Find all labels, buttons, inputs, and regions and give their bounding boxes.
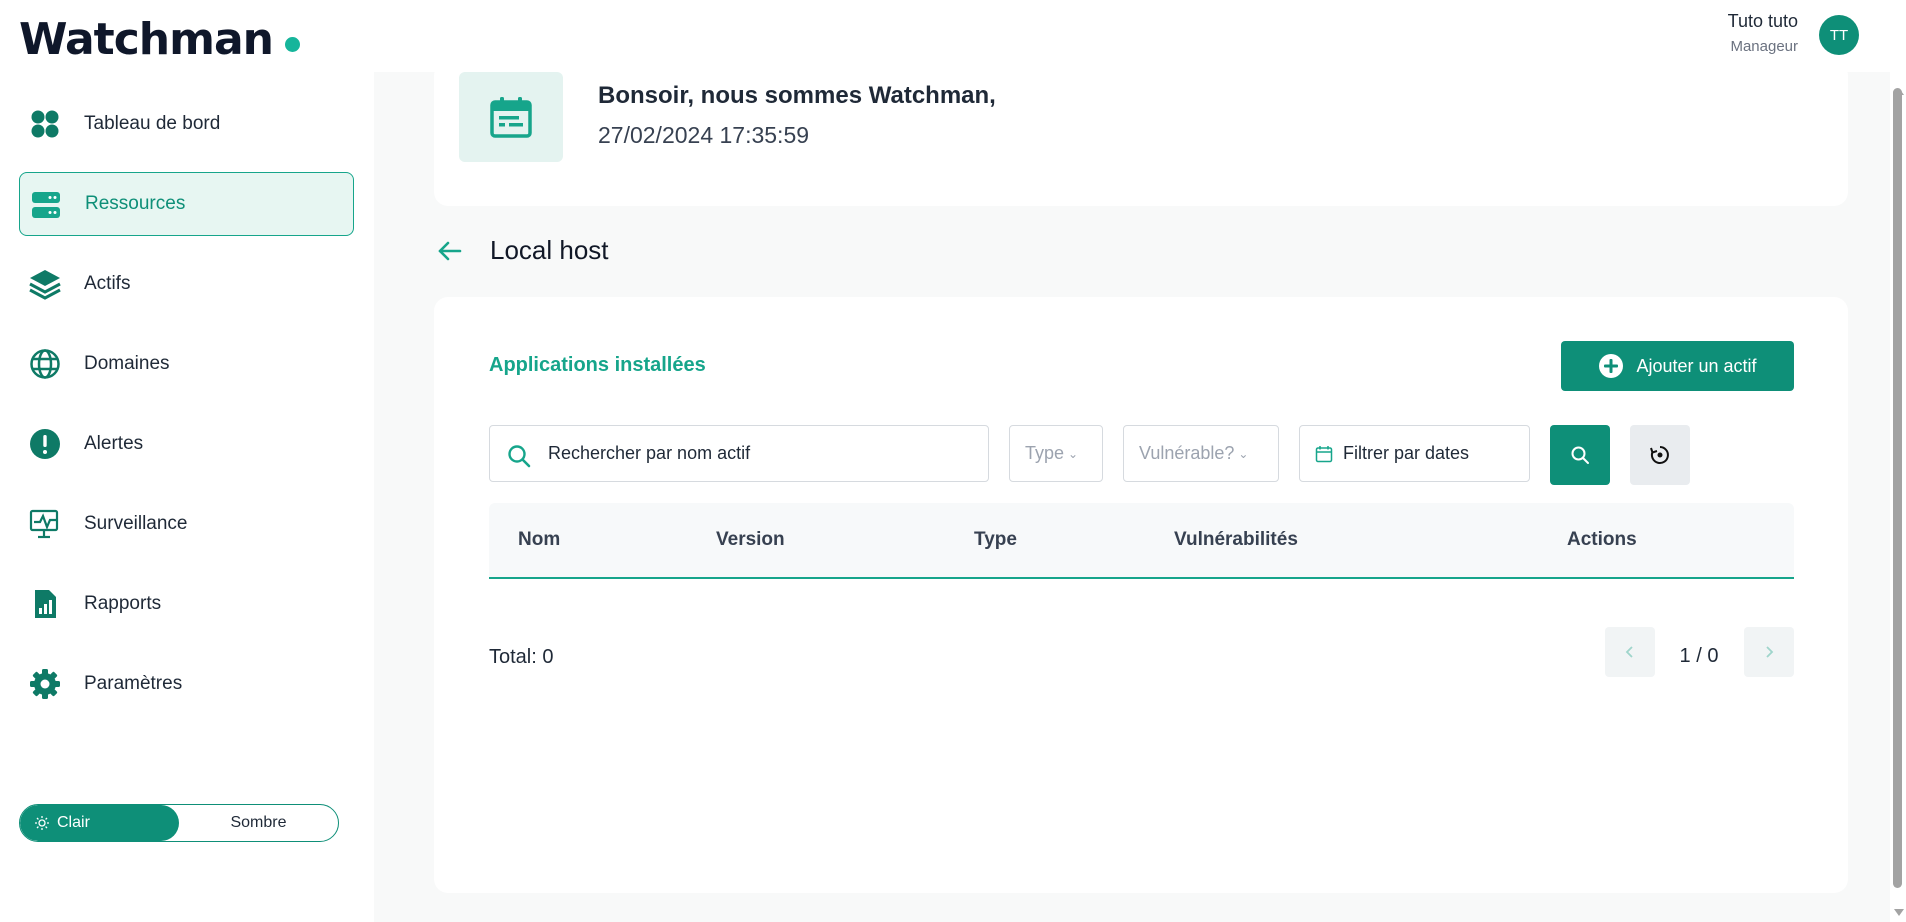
sidebar-item-label: Paramètres <box>84 673 183 694</box>
vulnerable-filter-select[interactable]: Vulnérable? ⌄ <box>1123 425 1279 482</box>
sidebar-item-label: Actifs <box>84 273 131 294</box>
calendar-small-icon <box>1315 445 1333 462</box>
vulnerable-filter-label: Vulnérable? <box>1139 443 1235 463</box>
add-asset-button[interactable]: Ajouter un actif <box>1561 341 1794 391</box>
sidebar-item-surveillance[interactable]: Surveillance <box>19 492 354 556</box>
vertical-scrollbar[interactable] <box>1890 72 1906 922</box>
calendar-icon <box>490 97 532 138</box>
sidebar-item-label: Ressources <box>85 193 186 214</box>
page-indicator: 1 / 0 <box>1679 645 1719 667</box>
date-filter-label: Filtrer par dates <box>1343 443 1470 463</box>
chevron-right-icon <box>1766 646 1774 658</box>
sidebar-item-domaines[interactable]: Domaines <box>19 332 354 396</box>
logo-text: Watchman <box>19 14 274 65</box>
main-content: Bonsoir, nous sommes Watchman, 27/02/202… <box>374 62 1890 922</box>
column-header-version[interactable]: Version <box>716 529 785 551</box>
search-input[interactable] <box>548 426 968 481</box>
welcome-card: Bonsoir, nous sommes Watchman, 27/02/202… <box>434 62 1848 206</box>
sun-icon <box>35 816 49 830</box>
logo-dot <box>284 37 300 52</box>
reset-filters-button[interactable] <box>1630 425 1690 485</box>
column-header-nom[interactable]: Nom <box>518 529 560 551</box>
column-header-actions: Actions <box>1567 529 1637 550</box>
next-page-button[interactable] <box>1744 627 1794 677</box>
page-title: Local host <box>490 235 609 265</box>
column-header-vulnerabilites[interactable]: Vulnérabilités <box>1174 529 1298 551</box>
app-logo[interactable]: Watchman <box>19 14 300 65</box>
server-icon <box>32 192 60 218</box>
sidebar-item-label: Rapports <box>84 593 162 614</box>
sidebar-item-dashboard[interactable]: Tableau de bord <box>19 92 354 156</box>
table-header: Nom Version Type Vulnérabilités Actions <box>489 503 1794 579</box>
gear-icon <box>30 669 60 699</box>
back-arrow-icon[interactable] <box>436 237 464 265</box>
scroll-down-arrow[interactable] <box>1894 909 1904 916</box>
chevron-down-icon: ⌄ <box>1238 446 1249 461</box>
layers-icon <box>29 270 61 300</box>
search-field <box>489 425 989 482</box>
sidebar-item-label: Surveillance <box>84 513 188 534</box>
chevron-down-icon: ⌄ <box>1068 446 1079 461</box>
globe-icon <box>30 349 60 379</box>
sidebar-item-ressources[interactable]: Ressources <box>19 172 354 236</box>
avatar[interactable]: TT <box>1819 15 1859 55</box>
search-button[interactable] <box>1550 425 1610 485</box>
add-asset-label: Ajouter un actif <box>1636 355 1757 376</box>
user-name: Tuto tuto <box>1727 11 1798 31</box>
plus-circle-icon <box>1599 354 1624 378</box>
sidebar-item-parametres[interactable]: Paramètres <box>19 652 354 716</box>
search-icon <box>508 445 531 468</box>
scroll-thumb[interactable] <box>1893 88 1902 888</box>
chevron-left-icon <box>1625 646 1633 658</box>
monitor-icon <box>29 509 59 539</box>
report-icon <box>35 590 56 618</box>
sidebar-item-alertes[interactable]: Alertes <box>19 412 354 476</box>
welcome-greeting: Bonsoir, nous sommes Watchman, <box>598 82 996 109</box>
theme-light-label: Clair <box>57 814 90 831</box>
dashboard-icon <box>31 110 59 138</box>
alert-icon <box>30 429 60 459</box>
sidebar-item-label: Tableau de bord <box>84 113 221 134</box>
theme-light-button[interactable]: Clair <box>20 805 179 841</box>
date-filter-button[interactable]: Filtrer par dates <box>1299 425 1530 482</box>
column-header-type[interactable]: Type <box>974 529 1017 551</box>
user-role: Manageur <box>1730 38 1798 55</box>
previous-page-button[interactable] <box>1605 627 1655 677</box>
theme-toggle: Clair Sombre <box>19 804 339 842</box>
sidebar-item-actifs[interactable]: Actifs <box>19 252 354 316</box>
current-datetime: 27/02/2024 17:35:59 <box>598 122 810 148</box>
theme-dark-button[interactable]: Sombre <box>179 805 338 841</box>
reset-icon <box>1650 446 1669 464</box>
type-filter-select[interactable]: Type ⌄ <box>1009 425 1103 482</box>
installed-apps-card: Applications installées Ajouter un actif… <box>434 297 1848 893</box>
section-title: Applications installées <box>489 354 706 376</box>
search-icon <box>1571 446 1589 464</box>
sidebar-item-label: Alertes <box>84 433 144 454</box>
total-count: Total: 0 <box>489 646 554 668</box>
calendar-icon-box <box>459 72 563 162</box>
type-filter-label: Type <box>1025 443 1065 463</box>
sidebar-item-label: Domaines <box>84 353 170 374</box>
sidebar-item-rapports[interactable]: Rapports <box>19 572 354 636</box>
sidebar: Tableau de bord Ressources Actifs Domain… <box>0 72 394 922</box>
